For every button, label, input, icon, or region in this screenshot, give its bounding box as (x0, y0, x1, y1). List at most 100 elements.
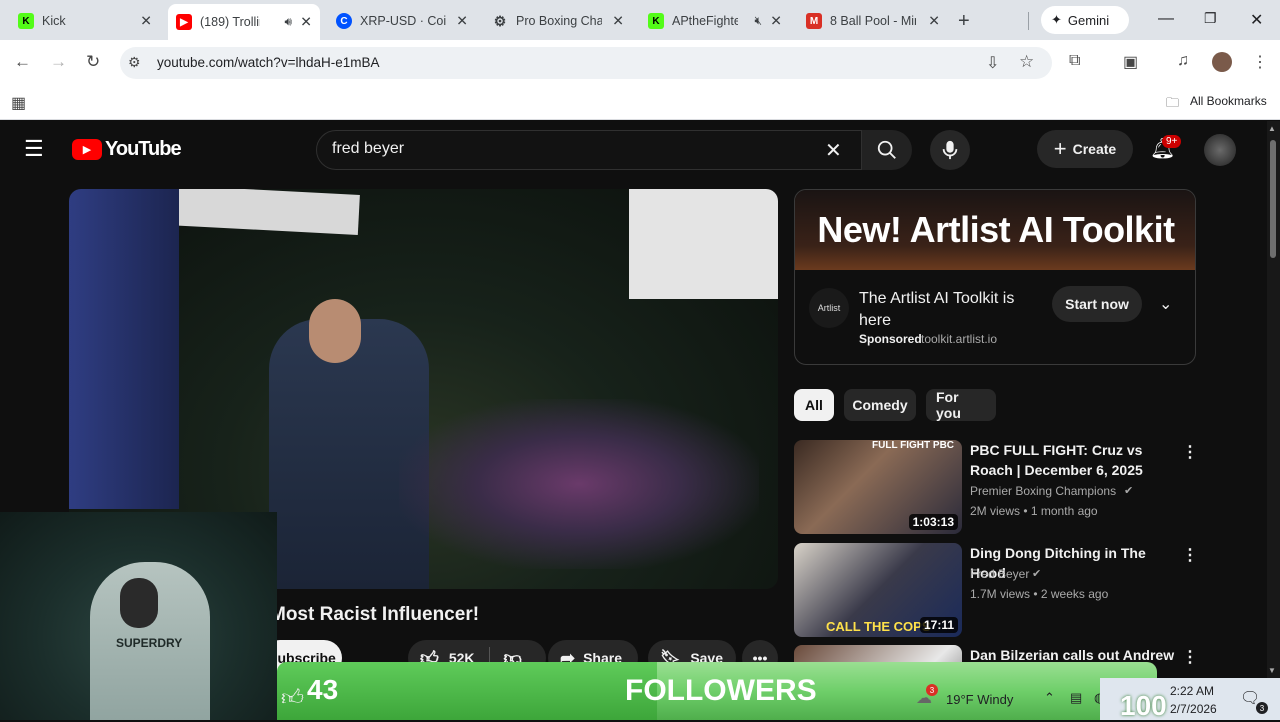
profile-avatar[interactable] (1212, 52, 1232, 72)
clock-time[interactable]: 2:22 AM (1170, 684, 1214, 698)
forward-arrow-icon[interactable]: → (50, 52, 67, 72)
tab-strip: K Kick ✕ ▶ (189) Trolling 🔊︎ ✕ C XRP-USD… (0, 0, 1280, 40)
channel-name[interactable]: Premier Boxing Champions (970, 484, 1116, 498)
plus-icon: + (1053, 136, 1067, 161)
recommendation-item[interactable]: CALL THE COPS 17:11 Ding Dong Ditching i… (794, 543, 1204, 637)
scroll-up-icon[interactable]: ▲ (1268, 124, 1276, 133)
tab-kick[interactable]: K Kick ✕ (10, 6, 160, 36)
create-label: Create (1072, 141, 1117, 157)
close-icon[interactable]: ✕ (612, 13, 624, 30)
bookmark-star-icon[interactable]: ☆ (1019, 52, 1034, 72)
recommendation-item[interactable]: FULL FIGHT PBC 1:03:13 PBC FULL FIGHT: C… (794, 440, 1204, 534)
start-now-button[interactable]: Start now (1052, 286, 1142, 322)
hoodie-logo-text: SUPERDRY (116, 636, 183, 650)
followers-count: 43 (307, 674, 339, 705)
tab-search-icon[interactable]: ▣ (1123, 52, 1138, 72)
scrollbar-thumb[interactable] (1270, 140, 1276, 258)
tray-app-icon[interactable]: ▤ (1070, 690, 1082, 706)
video-thumbnail[interactable]: CALL THE COPS 17:11 (794, 543, 962, 637)
kick-logo-icon: K (18, 13, 34, 29)
all-bookmarks-link[interactable]: All Bookmarks (1190, 94, 1267, 108)
ad-banner[interactable]: New! Artlist AI Toolkit (795, 190, 1195, 270)
new-tab-icon[interactable]: + (958, 10, 970, 33)
recommendation-title[interactable]: PBC FULL FIGHT: Cruz vs Roach | December… (970, 440, 1175, 480)
muted-speaker-icon[interactable]: 🔇︎ (754, 14, 762, 29)
video-thumbnail[interactable]: FULL FIGHT PBC 1:03:13 (794, 440, 962, 534)
site-info-icon[interactable]: ⚙︎ (128, 54, 141, 71)
create-button[interactable]: + Create (1037, 130, 1133, 168)
window-close-icon[interactable]: ✕ (1250, 10, 1263, 30)
chip-comedy[interactable]: Comedy (844, 389, 916, 421)
tab-title: 8 Ball Pool - Miniclip (830, 14, 916, 28)
tab-title: APtheFighter (672, 14, 738, 28)
channel-name[interactable]: Fred Beyer (970, 567, 1029, 581)
media-control-icon[interactable]: ♫ (1177, 52, 1189, 70)
clear-search-icon[interactable]: ✕ (825, 138, 842, 163)
speaker-icon[interactable]: 🔊︎ (284, 15, 292, 30)
more-vertical-icon[interactable]: ⋮ (1182, 442, 1198, 462)
chip-all[interactable]: All (794, 389, 834, 421)
more-vertical-icon[interactable]: ⋮ (1182, 647, 1198, 667)
close-icon[interactable]: ✕ (456, 13, 468, 30)
notification-count-badge: 3 (1256, 702, 1268, 714)
close-icon[interactable]: ✕ (300, 14, 312, 31)
protest-sign (629, 189, 778, 299)
account-avatar[interactable] (1204, 134, 1236, 166)
sponsored-label: Sponsored (859, 332, 922, 346)
clock-date[interactable]: 2/7/2026 (1170, 702, 1217, 716)
verified-icon: ✔ (1124, 485, 1134, 497)
chevron-down-icon[interactable]: ⌄ (1159, 294, 1172, 314)
close-icon[interactable]: ✕ (928, 13, 940, 30)
coinbase-logo-icon: C (336, 13, 352, 29)
restore-icon[interactable]: ❐ (1204, 10, 1217, 27)
tray-chevron-up-icon[interactable]: ⌃ (1044, 690, 1055, 706)
ad-domain[interactable]: toolkit.artlist.io (921, 332, 997, 346)
tab-title: Kick (42, 14, 66, 28)
tab-title: XRP-USD · Coinbase (360, 14, 446, 28)
hamburger-menu-icon[interactable]: ☰ (24, 136, 44, 162)
ad-title[interactable]: The Artlist AI Toolkit is here (859, 288, 1039, 332)
ad-card[interactable]: New! Artlist AI Toolkit Artlist The Artl… (794, 189, 1196, 365)
followers-label: FOLLOWERS (625, 674, 817, 707)
chip-for-you[interactable]: For you (926, 389, 996, 421)
duration-badge: 17:11 (919, 617, 958, 633)
duration-badge: 1:03:13 (908, 514, 958, 530)
minimize-icon[interactable]: — (1158, 10, 1174, 28)
folder-icon: 🗀 (1166, 95, 1180, 110)
tab-apthefighter[interactable]: K APtheFighter 🔇︎ ✕ (640, 6, 790, 36)
gemini-button[interactable]: ✦ Gemini (1041, 6, 1129, 34)
close-icon[interactable]: ✕ (770, 13, 782, 30)
youtube-logo[interactable]: ▶ YouTube (72, 138, 182, 161)
view-meta: 2M views • 1 month ago (970, 504, 1098, 518)
tab-8-ball-pool[interactable]: M 8 Ball Pool - Miniclip ✕ (798, 6, 948, 36)
thumbnail-text: CALL THE COPS (826, 619, 931, 634)
more-vertical-icon[interactable]: ⋮ (1182, 545, 1198, 565)
chrome-menu-icon[interactable]: ⋮ (1252, 52, 1268, 72)
person-face (309, 299, 361, 363)
url-text[interactable]: youtube.com/watch?v=lhdaH-e1mBA (157, 55, 380, 70)
start-now-label: Start now (1065, 296, 1129, 312)
install-app-icon[interactable]: ⇩ (986, 53, 999, 73)
back-arrow-icon[interactable]: ← (14, 52, 31, 72)
thumbnail-text: FULL FIGHT PBC (872, 440, 955, 451)
artlist-logo[interactable]: Artlist (809, 288, 849, 328)
scroll-down-icon[interactable]: ▼ (1268, 666, 1276, 675)
tab-title: Pro Boxing Champions (516, 14, 602, 28)
tab-coinbase[interactable]: C XRP-USD · Coinbase ✕ (328, 6, 476, 36)
reload-icon[interactable]: ↻ (86, 52, 100, 72)
notification-badge: 9+ (1162, 135, 1182, 148)
voice-search-button[interactable] (930, 130, 970, 170)
view-meta: 1.7M views • 2 weeks ago (970, 587, 1109, 601)
close-icon[interactable]: ✕ (140, 13, 152, 30)
tab-separator (1028, 12, 1029, 30)
followers-goal: 100 (1120, 690, 1167, 721)
apps-grid-icon[interactable]: ▦ (11, 93, 26, 113)
tab-youtube[interactable]: ▶ (189) Trolling 🔊︎ ✕ (168, 4, 320, 40)
extensions-icon[interactable]: ⧉ (1069, 52, 1080, 70)
person-arm (69, 189, 179, 509)
search-input[interactable]: fred beyer (332, 140, 404, 158)
openai-logo-icon: ⚙ (493, 12, 507, 29)
youtube-play-icon: ▶ (72, 139, 102, 160)
search-button[interactable] (862, 130, 912, 170)
tab-pro-boxing[interactable]: ⚙ Pro Boxing Champions ✕ (484, 6, 632, 36)
